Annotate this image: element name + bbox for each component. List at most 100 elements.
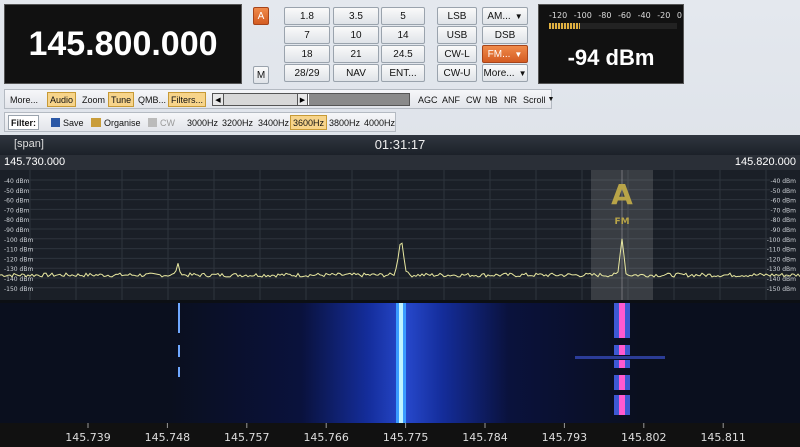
zoom-toggle[interactable]: Zoom — [80, 92, 107, 107]
signal-strength: -94 dBm — [567, 45, 655, 70]
waterfall-signal-core — [619, 360, 625, 368]
freq-tick-label: 145.766 — [303, 431, 349, 444]
s-meter-fill — [549, 23, 580, 29]
save-button[interactable]: Save — [49, 115, 86, 130]
db-label-left: -140 dBm — [4, 276, 33, 283]
db-label-left: -50 dBm — [4, 188, 30, 195]
waterfall-signal-core — [619, 303, 625, 338]
mode-button-usb[interactable]: USB — [437, 26, 477, 44]
filter-3800[interactable]: 3800Hz — [327, 115, 362, 130]
vfo-a-button[interactable]: A — [253, 7, 269, 25]
cw-icon — [148, 118, 157, 127]
dropdown-caret-icon: ▼ — [518, 68, 527, 78]
band-button-7[interactable]: 7 — [284, 26, 330, 44]
range-start: 145.730.000 — [4, 156, 66, 168]
sdr-window: 145.800.000 A M -120 -100 -80 -60 -40 -2… — [0, 0, 800, 447]
s-meter: -120 -100 -80 -60 -40 -20 0 -94 dBm — [538, 4, 684, 84]
slider-remainder[interactable] — [309, 94, 409, 105]
band-button-245[interactable]: 24.5 — [381, 45, 425, 63]
audio-toggle[interactable]: Audio — [47, 92, 77, 107]
filter-3600[interactable]: 3600Hz — [290, 115, 328, 130]
more-menu[interactable]: More... — [8, 92, 40, 107]
db-label-right: -80 dBm — [771, 217, 797, 224]
spectrum-panel[interactable]: [span] 01:31:17 145.730.000 145.820.000 … — [0, 135, 800, 447]
db-label-right: -110 dBm — [767, 247, 796, 254]
filters-menu[interactable]: Filters... — [168, 92, 207, 107]
db-label-right: -140 dBm — [767, 276, 796, 283]
filter-label: Filter: — [8, 115, 40, 130]
agc-toggle[interactable]: AGC — [416, 92, 440, 107]
cw-toggle[interactable]: CW — [464, 92, 483, 107]
cw-filter-button: CW — [146, 115, 177, 130]
slider-left-arrow[interactable]: ◀ — [213, 94, 224, 105]
band-button-ent[interactable]: ENT... — [381, 64, 425, 82]
control-toolbar: More... Audio Zoom Tune QMB... Filters..… — [4, 89, 554, 109]
filter-3400[interactable]: 3400Hz — [256, 115, 291, 130]
freq-tick-label: 145.739 — [65, 431, 111, 444]
mode-button-cwu[interactable]: CW-U — [437, 64, 477, 82]
freq-tick-label: 145.775 — [383, 431, 429, 444]
slider-track[interactable] — [224, 94, 308, 105]
mode-button-dsb[interactable]: DSB — [482, 26, 528, 44]
band-button-35[interactable]: 3.5 — [333, 7, 379, 25]
mode-button-fm[interactable]: FM... ▼ — [482, 45, 528, 63]
dropdown-caret-icon: ▼ — [514, 49, 523, 59]
range-bar: 145.730.000 145.820.000 — [0, 155, 800, 170]
waterfall[interactable] — [0, 303, 800, 423]
db-label-left: -90 dBm — [4, 227, 30, 234]
nb-toggle[interactable]: NB — [483, 92, 500, 107]
filter-3200[interactable]: 3200Hz — [220, 115, 255, 130]
band-button-14[interactable]: 14 — [381, 26, 425, 44]
nr-toggle[interactable]: NR — [502, 92, 519, 107]
freq-tick-label: 145.802 — [621, 431, 667, 444]
spectrum-display[interactable]: -40 dBm -40 dBm -50 dBm -50 dBm -60 dBm -60 d… — [0, 170, 800, 447]
db-label-right: -120 dBm — [767, 256, 796, 263]
mode-button-cwl[interactable]: CW-L — [437, 45, 477, 63]
filter-4000[interactable]: 4000Hz — [362, 115, 397, 130]
spectrum-waterfall-divider — [0, 300, 800, 303]
band-button-21[interactable]: 21 — [333, 45, 379, 63]
mode-button-lsb[interactable]: LSB — [437, 7, 477, 25]
frequency-display[interactable]: 145.800.000 — [4, 4, 242, 84]
vfo-marker-mode: FM — [614, 217, 629, 227]
waterfall-signal-core — [399, 303, 403, 423]
s-meter-bar — [549, 23, 677, 29]
waterfall-signal — [575, 356, 665, 359]
anf-toggle[interactable]: ANF — [440, 92, 462, 107]
tuning-slider[interactable]: ◀ ▶ — [212, 93, 410, 106]
band-button-18[interactable]: 18 — [284, 45, 330, 63]
db-label-right: -70 dBm — [771, 207, 797, 214]
band-button-18[interactable]: 1.8 — [284, 7, 330, 25]
db-label-right: -60 dBm — [771, 198, 797, 205]
vfo-marker-letter: A — [611, 178, 633, 211]
band-button-5[interactable]: 5 — [381, 7, 425, 25]
save-icon — [51, 118, 60, 127]
filter-3000[interactable]: 3000Hz — [185, 115, 220, 130]
tune-toggle[interactable]: Tune — [108, 92, 135, 107]
mode-button-more[interactable]: More... ▼ — [482, 64, 528, 82]
filter-toolbar: Filter: Save Organise CW 3000Hz 3200Hz 3… — [4, 112, 396, 132]
db-label-right: -50 dBm — [771, 188, 797, 195]
spectrum-header: [span] 01:31:17 — [0, 135, 800, 155]
dropdown-caret-icon: ▼ — [514, 11, 523, 21]
band-button-2829[interactable]: 28/29 — [284, 64, 330, 82]
qmb-menu[interactable]: QMB... — [136, 92, 168, 107]
mode-button-am[interactable]: AM... ▼ — [482, 7, 528, 25]
waterfall-signal — [178, 303, 180, 333]
band-button-nav[interactable]: NAV — [333, 64, 379, 82]
db-label-left: -60 dBm — [4, 198, 30, 205]
organise-button[interactable]: Organise — [89, 115, 143, 130]
scroll-menu[interactable]: Scroll ▼ — [521, 92, 556, 107]
clock: 01:31:17 — [374, 137, 426, 152]
slider-right-arrow[interactable]: ▶ — [297, 94, 308, 105]
memory-button[interactable]: M — [253, 66, 269, 84]
db-label-left: -80 dBm — [4, 217, 30, 224]
waterfall-signal — [178, 345, 180, 357]
freq-tick-label: 145.784 — [462, 431, 508, 444]
organise-icon — [91, 118, 101, 127]
db-label-left: -100 dBm — [4, 237, 33, 244]
band-button-10[interactable]: 10 — [333, 26, 379, 44]
db-label-right: -100 dBm — [767, 237, 796, 244]
db-label-left: -120 dBm — [4, 256, 33, 263]
freq-tick-label: 145.757 — [224, 431, 270, 444]
